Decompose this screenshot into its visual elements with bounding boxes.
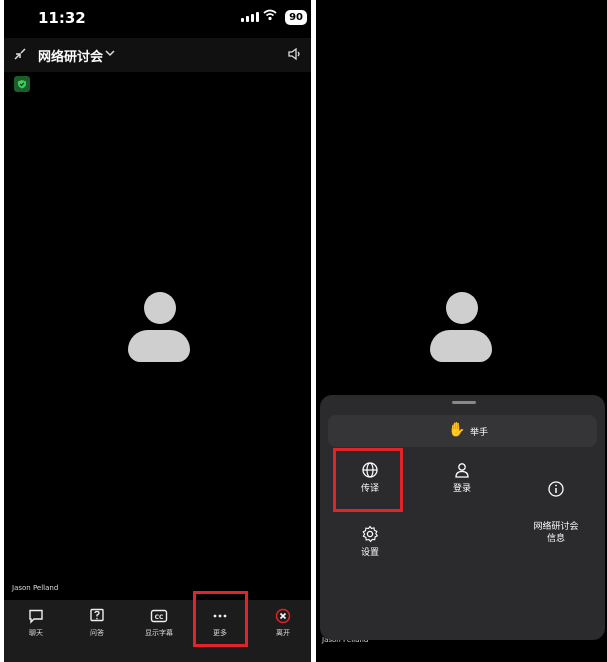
minimize-icon[interactable] bbox=[12, 46, 28, 62]
right-phone-screen: Jason Pelland ✋ 举手 传译 登录 网络研讨会 信息 设置 bbox=[316, 0, 607, 662]
person-icon bbox=[455, 463, 469, 478]
chat-icon bbox=[29, 609, 43, 624]
settings-label: 设置 bbox=[360, 548, 379, 558]
webinar-info-label: 网络研讨会 信息 bbox=[533, 522, 579, 544]
more-highlight-box bbox=[193, 591, 248, 647]
status-time: 11:32 bbox=[38, 9, 86, 27]
encryption-shield-icon[interactable] bbox=[14, 76, 30, 92]
meeting-header: 网络研讨会 bbox=[4, 38, 311, 72]
leave-icon bbox=[275, 608, 291, 624]
participant-avatar bbox=[430, 292, 492, 368]
raised-hand-icon: ✋ bbox=[448, 422, 466, 438]
status-bar: 11:32 90 bbox=[4, 0, 311, 38]
captions-icon: CC bbox=[150, 609, 168, 623]
sign-in-option[interactable]: 登录 bbox=[422, 461, 502, 495]
left-phone-screen: 11:32 90 网络研讨会 Jason Pelland 聊天 问答 CC 显示… bbox=[4, 0, 311, 662]
raise-hand-button[interactable]: ✋ 举手 bbox=[328, 415, 597, 447]
participant-name: Jason Pelland bbox=[12, 584, 59, 592]
more-options-sheet: ✋ 举手 传译 登录 网络研讨会 信息 设置 bbox=[320, 395, 605, 640]
sign-in-label: 登录 bbox=[452, 484, 471, 494]
captions-button[interactable]: CC 显示字幕 bbox=[134, 608, 184, 638]
qa-icon bbox=[90, 608, 104, 622]
chat-button[interactable]: 聊天 bbox=[11, 608, 61, 638]
speaker-icon[interactable] bbox=[287, 46, 303, 62]
meeting-title[interactable]: 网络研讨会 bbox=[38, 46, 103, 65]
leave-button[interactable]: 离开 bbox=[258, 608, 308, 638]
svg-text:CC: CC bbox=[155, 614, 164, 621]
settings-option[interactable]: 设置 bbox=[330, 525, 410, 559]
chevron-down-icon[interactable] bbox=[104, 47, 116, 59]
webinar-info-option[interactable]: 网络研讨会 信息 bbox=[516, 461, 596, 564]
leave-label: 离开 bbox=[276, 629, 290, 637]
signal-icon bbox=[241, 12, 259, 22]
captions-label: 显示字幕 bbox=[145, 629, 173, 637]
qa-label: 问答 bbox=[90, 629, 104, 637]
chat-label: 聊天 bbox=[29, 629, 43, 637]
sheet-drag-handle[interactable] bbox=[452, 401, 476, 404]
battery-indicator: 90 bbox=[285, 10, 307, 25]
info-icon bbox=[548, 481, 564, 497]
gear-icon bbox=[362, 525, 379, 543]
bottom-toolbar: 聊天 问答 CC 显示字幕 更多 离开 bbox=[4, 600, 311, 662]
participant-avatar bbox=[128, 292, 190, 368]
wifi-icon bbox=[263, 9, 277, 21]
raise-hand-label: 举手 bbox=[470, 428, 489, 438]
qa-button[interactable]: 问答 bbox=[72, 608, 122, 638]
interpretation-highlight-box bbox=[333, 448, 403, 512]
